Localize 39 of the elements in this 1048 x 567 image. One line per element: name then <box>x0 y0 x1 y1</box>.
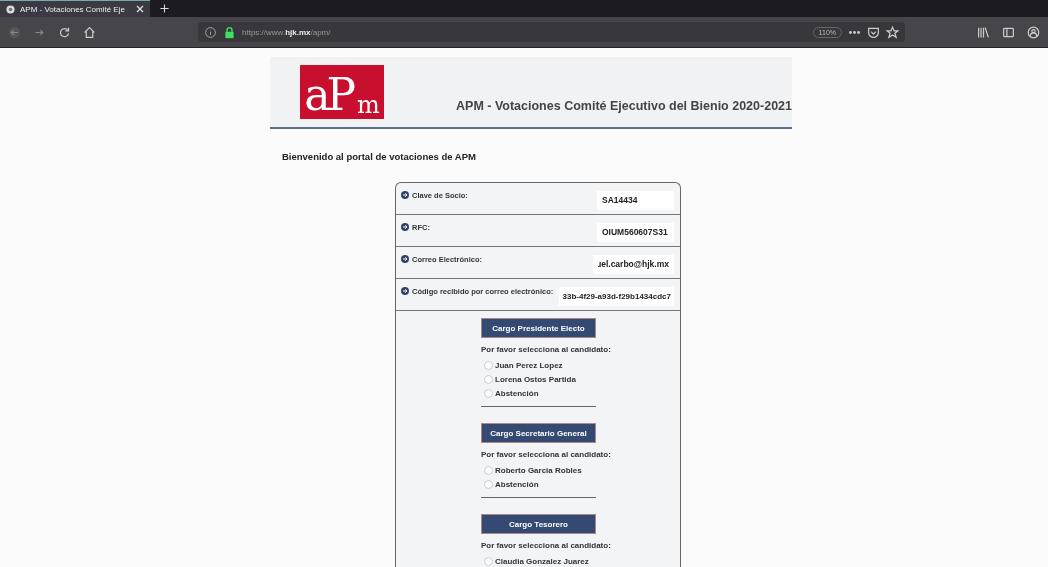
arrow-circle-icon <box>401 287 409 295</box>
star-icon[interactable] <box>886 25 899 39</box>
globe-icon <box>6 4 15 14</box>
radio-option[interactable]: Roberto Garcia Robles <box>484 463 582 477</box>
radio-option[interactable]: Abstención <box>484 477 539 491</box>
welcome-text: Bienvenido al portal de votaciones de APM <box>282 151 477 162</box>
section-header[interactable]: Cargo Presidente Electo <box>481 318 596 338</box>
arrow-circle-icon <box>401 255 409 263</box>
section-header[interactable]: Cargo Tesorero <box>481 514 596 534</box>
tab-title: APM - Votaciones Comité Eje <box>20 4 126 14</box>
close-icon[interactable] <box>136 5 144 13</box>
input-field[interactable]: SA14434 <box>597 191 674 210</box>
library-icon[interactable] <box>977 25 990 39</box>
arrow-circle-icon <box>401 223 409 231</box>
browser-tab[interactable]: APM - Votaciones Comité Eje <box>0 0 150 17</box>
new-tab-icon[interactable] <box>158 2 171 15</box>
pocket-icon[interactable] <box>867 25 880 39</box>
lock-icon <box>223 25 236 39</box>
back-icon[interactable] <box>8 25 21 39</box>
arrow-circle-icon <box>401 191 409 199</box>
home-icon[interactable] <box>83 25 96 39</box>
section-header[interactable]: Cargo Secretario General <box>481 423 596 443</box>
radio-option[interactable]: Juan Perez Lopez <box>484 358 563 372</box>
radio-option[interactable]: Abstención <box>484 386 539 400</box>
prompt-text: Por favor selecciona al candidato: <box>481 449 611 460</box>
account-icon[interactable] <box>1027 25 1040 39</box>
page-title: APM - Votaciones Comité Ejecutivo del Bienio 2020-2021 <box>456 99 792 113</box>
prompt-text: Por favor selecciona al candidato: <box>481 344 611 355</box>
radio-option[interactable]: Claudia Gonzalez Juarez <box>484 554 589 567</box>
input-field[interactable]: OIUM560607S31 <box>597 223 674 242</box>
input-field[interactable]: ɹel.carbo@hjk.mx <box>592 255 674 274</box>
logo: aPm <box>300 65 384 119</box>
reload-icon[interactable] <box>58 25 71 39</box>
radio-option[interactable]: Lorena Ostos Partida <box>484 372 576 386</box>
sidebar-icon[interactable] <box>1002 25 1015 39</box>
input-field[interactable]: 33b-4f29-a93d-f29b1434cdc7 <box>559 287 674 306</box>
info-icon[interactable] <box>204 25 217 39</box>
prompt-text: Por favor selecciona al candidato: <box>481 540 611 551</box>
url-text: https://www.hjk.mx/apm/ <box>242 27 332 37</box>
